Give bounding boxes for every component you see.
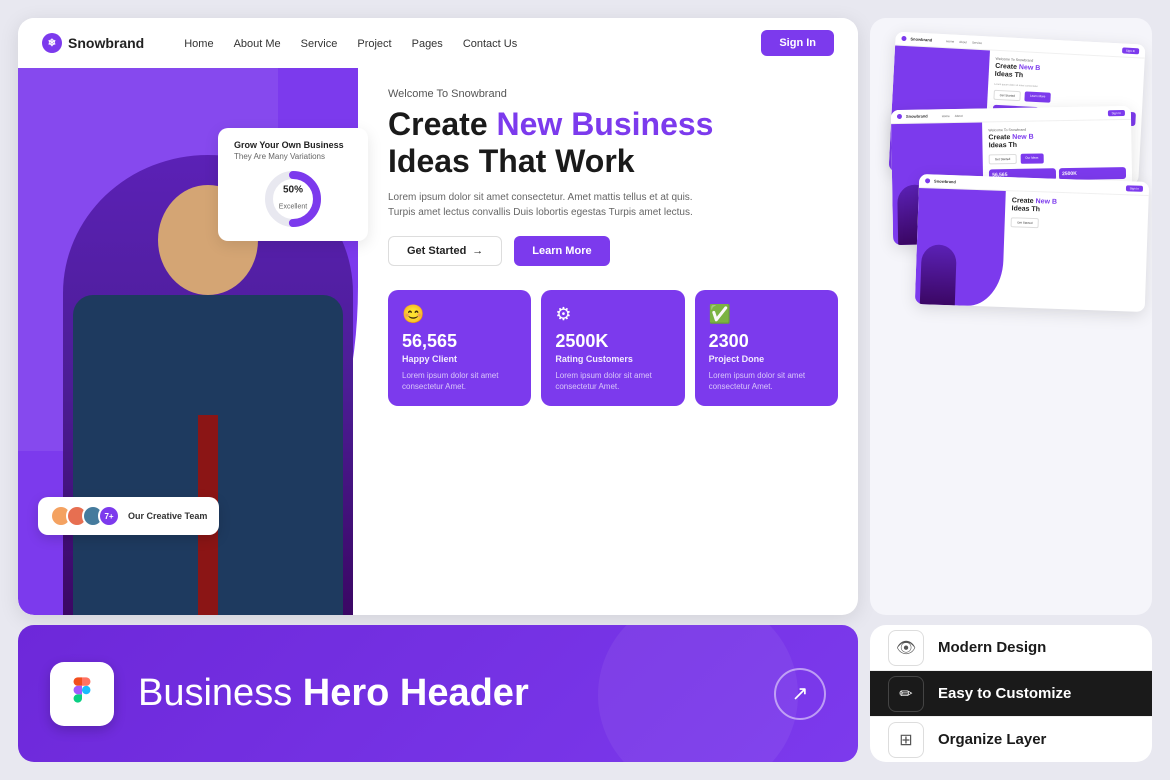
- stat-box-3: ✅ 2300 Project Done Lorem ipsum dolor si…: [695, 290, 838, 406]
- stat-icon-3: ✅: [709, 304, 824, 325]
- stack-item-3: Snowbrand Sign In Create New BIdeas Th G…: [915, 174, 1149, 312]
- hero-description: Lorem ipsum dolor sit amet consectetur. …: [388, 190, 708, 220]
- team-count: 7+: [98, 505, 120, 527]
- donut-text: Excellent: [279, 204, 307, 211]
- learn-more-button[interactable]: Learn More: [514, 236, 609, 266]
- get-started-label: Get Started: [407, 245, 466, 257]
- feature-item-easy-customize[interactable]: ✏ Easy to Customize: [870, 671, 1152, 717]
- stat-label-3: Project Done: [709, 354, 824, 364]
- team-avatars: 7+: [50, 505, 120, 527]
- nav-pages-link[interactable]: Pages: [412, 38, 443, 50]
- nav-links: Home About Me Service Project Pages Cont…: [184, 34, 517, 52]
- figma-icon-wrapper: [50, 662, 114, 726]
- hero-title: Create New Business Ideas That Work: [388, 106, 838, 180]
- feature-label-modern-design: Modern Design: [938, 639, 1046, 656]
- right-panel: Snowbrand Home About Service Sign In Wel…: [870, 18, 1152, 615]
- nav-pages[interactable]: Pages: [412, 34, 443, 52]
- stat-icon-1: 😊: [402, 304, 517, 325]
- arrow-diagonal-icon: ↗: [792, 681, 809, 706]
- hero-tagline: Welcome To Snowbrand: [388, 88, 838, 100]
- stat-label-1: Happy Client: [402, 354, 517, 364]
- sign-in-button[interactable]: Sign In: [761, 30, 834, 56]
- stat-number-3: 2300: [709, 331, 824, 352]
- feature-icon-modern-design: 👁: [888, 630, 924, 666]
- person-suit: [73, 295, 343, 615]
- bottom-banner: Business Hero Header ↗: [18, 625, 858, 762]
- feature-icon-organize-layer: ⊞: [888, 722, 924, 758]
- logo: ❄ Snowbrand: [42, 33, 144, 53]
- nav-contact[interactable]: Contact Us: [463, 34, 517, 52]
- donut-wrapper: 50% Excellent: [234, 169, 352, 229]
- nav-project[interactable]: Project: [357, 34, 391, 52]
- arrow-circle-button[interactable]: ↗: [774, 668, 826, 720]
- get-started-button[interactable]: Get Started →: [388, 236, 502, 266]
- bottom-section: Business Hero Header ↗ 👁 Modern Design ✏…: [0, 625, 1170, 780]
- stat-card-overlay: Grow Your Own Business They Are Many Var…: [218, 128, 368, 241]
- nav-service-link[interactable]: Service: [301, 38, 338, 50]
- donut-chart: 50% Excellent: [263, 169, 323, 229]
- features-panel: 👁 Modern Design ✏ Easy to Customize ⊞ Or…: [870, 625, 1152, 762]
- nav-contact-link[interactable]: Contact Us: [463, 38, 517, 50]
- feature-label-easy-customize: Easy to Customize: [938, 685, 1071, 702]
- figma-icon: [66, 674, 98, 714]
- feature-icon-easy-customize: ✏: [888, 676, 924, 712]
- donut-percent: 50%: [279, 185, 307, 196]
- stat-number-2: 2500K: [555, 331, 670, 352]
- stat-desc-1: Lorem ipsum dolor sit amet consectetur A…: [402, 370, 517, 392]
- stat-boxes: 😊 56,565 Happy Client Lorem ipsum dolor …: [388, 290, 838, 406]
- bottom-title-normal: Business: [138, 672, 303, 714]
- feature-label-organize-layer: Organize Layer: [938, 731, 1046, 748]
- nav-home[interactable]: Home: [184, 34, 213, 52]
- mini-logo-dot-1: [901, 36, 906, 41]
- stat-desc-3: Lorem ipsum dolor sit amet consectetur A…: [709, 370, 824, 392]
- stat-card-title: Grow Your Own Business: [234, 140, 352, 150]
- stat-number-1: 56,565: [402, 331, 517, 352]
- nav-home-link[interactable]: Home: [184, 38, 213, 50]
- preview-card: ❄ Snowbrand Home About Me Service Projec…: [18, 18, 858, 615]
- logo-text: Snowbrand: [68, 35, 144, 51]
- mini-preview-3: Snowbrand Sign In Create New BIdeas Th G…: [915, 174, 1149, 312]
- donut-label: 50% Excellent: [279, 185, 307, 214]
- stat-card-subtitle: They Are Many Variations: [234, 152, 352, 161]
- bottom-title-bold: Hero Header: [303, 672, 529, 714]
- nav-about-link[interactable]: About Me: [234, 38, 281, 50]
- hero-section: Grow Your Own Business They Are Many Var…: [18, 68, 858, 615]
- preview-inner: ❄ Snowbrand Home About Me Service Projec…: [18, 18, 858, 615]
- mini-sign-1: Sign In: [1122, 47, 1140, 54]
- nav-service[interactable]: Service: [301, 34, 338, 52]
- team-badge: 7+ Our Creative Team: [38, 497, 219, 535]
- nav-about[interactable]: About Me: [234, 34, 281, 52]
- arrow-icon: →: [472, 245, 483, 257]
- logo-icon: ❄: [42, 33, 62, 53]
- top-section: ❄ Snowbrand Home About Me Service Projec…: [0, 0, 1170, 625]
- team-label: Our Creative Team: [128, 511, 207, 521]
- feature-item-organize-layer[interactable]: ⊞ Organize Layer: [870, 717, 1152, 762]
- hero-buttons: Get Started → Learn More: [388, 236, 838, 266]
- bottom-title: Business Hero Header: [138, 672, 750, 715]
- hero-content: Welcome To Snowbrand Create New Business…: [388, 88, 838, 406]
- mini-nav-1: Home About Service: [946, 39, 982, 45]
- stat-icon-2: ⚙: [555, 304, 670, 325]
- stat-box-2: ⚙ 2500K Rating Customers Lorem ipsum dol…: [541, 290, 684, 406]
- hero-title-part1: Create: [388, 106, 497, 142]
- navbar: ❄ Snowbrand Home About Me Service Projec…: [18, 18, 858, 68]
- stat-box-1: 😊 56,565 Happy Client Lorem ipsum dolor …: [388, 290, 531, 406]
- hero-title-highlight: New Business: [497, 106, 714, 142]
- feature-item-modern-design[interactable]: 👁 Modern Design: [870, 625, 1152, 671]
- mini-logo-text-1: Snowbrand: [910, 36, 932, 42]
- nav-project-link[interactable]: Project: [357, 38, 391, 50]
- hero-title-part2: Ideas That Work: [388, 143, 635, 179]
- stat-label-2: Rating Customers: [555, 354, 670, 364]
- preview-stack: Snowbrand Home About Service Sign In Wel…: [870, 18, 1152, 615]
- bottom-banner-text: Business Hero Header: [138, 672, 750, 715]
- stat-desc-2: Lorem ipsum dolor sit amet consectetur A…: [555, 370, 670, 392]
